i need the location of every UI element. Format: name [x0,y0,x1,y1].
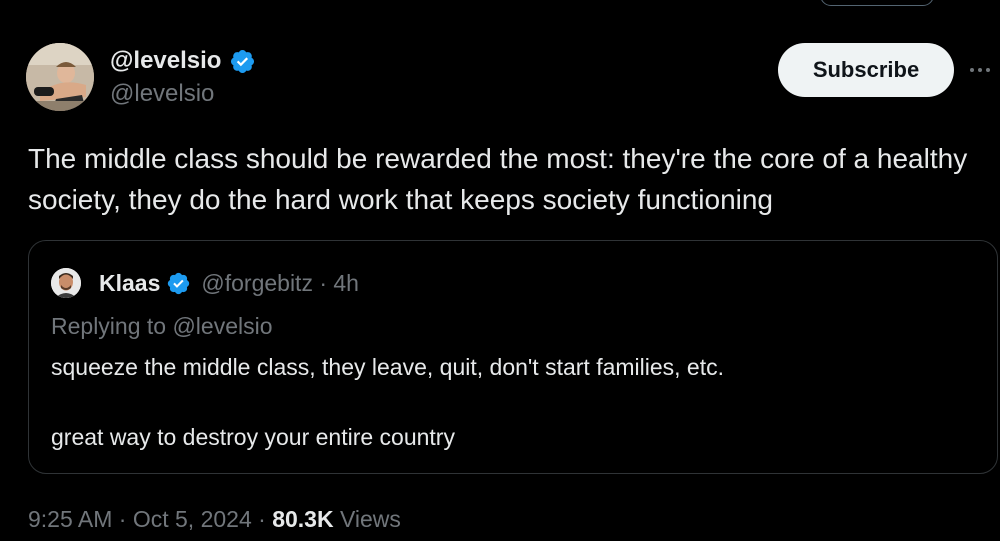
author-name-row[interactable]: @levelsio [110,44,256,78]
quote-text-line-2: great way to destroy your entire country [51,424,455,450]
quote-avatar-photo [51,268,81,298]
tweet-text: The middle class should be rewarded the … [28,143,968,215]
verified-badge-icon [229,48,256,75]
quote-text-line-1: squeeze the middle class, they leave, qu… [51,354,725,380]
avatar-photo [26,43,94,111]
author-handle[interactable]: @levelsio [110,80,214,108]
quoted-tweet-card[interactable]: Klaas @forgebitz · 4h Replying to @level… [28,240,998,474]
verified-badge-icon [166,271,191,296]
more-horizontal-icon[interactable] [970,60,1000,80]
author-avatar[interactable] [26,43,94,111]
tweet-timestamp[interactable]: 9:25 AM · Oct 5, 2024 · [28,506,272,532]
views-count: 80.3K [272,506,334,532]
author-display-name[interactable]: @levelsio [110,47,221,75]
partial-top-button[interactable] [820,0,934,6]
replying-to-label: Replying to @levelsio [51,313,273,339]
tweet-meta: 9:25 AM · Oct 5, 2024 · 80.3K Views [28,506,401,533]
quote-header: Klaas @forgebitz · 4h [99,267,359,299]
subscribe-button[interactable]: Subscribe [778,43,954,97]
quote-author-name[interactable]: Klaas [99,270,160,297]
views-label: Views [333,506,401,532]
quote-author-avatar[interactable] [51,268,81,298]
quote-handle-and-time[interactable]: @forgebitz · 4h [201,270,359,297]
